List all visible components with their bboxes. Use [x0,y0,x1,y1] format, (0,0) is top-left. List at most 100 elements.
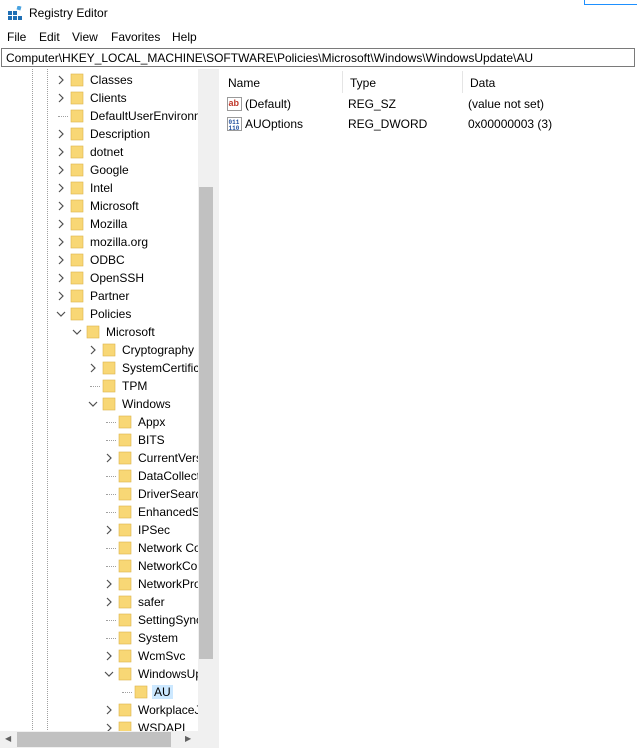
chevron-right-icon[interactable] [56,179,66,197]
tree-item[interactable]: DriverSearc [0,485,201,503]
chevron-right-icon[interactable] [56,143,66,161]
tree-connector-line [106,512,116,513]
tree-vertical-scrollbar[interactable] [198,69,214,732]
menu-favorites[interactable]: Favorites [111,30,160,44]
tree-item-label: Microsoft [90,199,139,213]
chevron-right-icon[interactable] [56,89,66,107]
tree-item[interactable]: WcmSvc [0,647,198,665]
tree-item[interactable]: WorkplaceJ [0,701,200,719]
tree-item[interactable]: Cryptography [0,341,198,359]
chevron-down-icon[interactable] [72,323,82,341]
chevron-right-icon[interactable] [56,125,66,143]
window-control-edge[interactable] [584,0,637,5]
tree-item-label: Classes [90,73,133,87]
folder-icon [118,451,132,465]
scroll-right-icon[interactable]: ▶ [185,734,191,743]
tree-item[interactable]: EnhancedS [0,503,200,521]
menu-view[interactable]: View [72,30,98,44]
value-list[interactable]: Name Type Data ab (Default) REG_SZ (valu… [220,69,637,748]
tree-item[interactable]: Intel [0,179,198,197]
value-row[interactable]: ab (Default) REG_SZ (value not set) [220,94,637,114]
value-type: REG_DWORD [348,117,428,131]
tree-item[interactable]: BITS [0,431,198,449]
chevron-right-icon[interactable] [56,161,66,179]
tree-item[interactable]: Classes [0,71,198,89]
tree-item[interactable]: ODBC [0,251,198,269]
tree-item[interactable]: mozilla.org [0,233,198,251]
tree-item[interactable]: Partner [0,287,198,305]
title-bar[interactable]: Registry Editor [0,0,637,26]
folder-icon [70,307,84,321]
folder-icon [118,559,132,573]
tree-item[interactable]: DefaultUserEnvironn [0,107,201,125]
chevron-right-icon[interactable] [104,449,114,467]
pane-splitter[interactable] [214,69,219,748]
tree-item[interactable]: System [0,629,198,647]
scroll-left-icon[interactable]: ◀ [5,734,11,743]
tree-item[interactable]: dotnet [0,143,198,161]
key-tree[interactable]: Classes Clients DefaultUserEnvironn Descrip… [0,69,214,748]
tree-item[interactable]: Microsoft [0,197,198,215]
value-type: REG_SZ [348,97,397,111]
chevron-down-icon[interactable] [88,395,98,413]
tree-item[interactable]: WindowsUp [0,665,202,683]
tree-item[interactable]: IPSec [0,521,198,539]
folder-icon [118,595,132,609]
column-header-data[interactable]: Data [462,69,637,93]
tree-item[interactable]: Windows [0,395,198,413]
tree-item[interactable]: Clients [0,89,198,107]
chevron-right-icon[interactable] [56,269,66,287]
chevron-right-icon[interactable] [56,233,66,251]
tree-item[interactable]: safer [0,593,198,611]
folder-icon [118,523,132,537]
tree-item[interactable]: Mozilla [0,215,198,233]
tree-item-label: AU [152,685,173,699]
column-header-type[interactable]: Type [342,69,463,93]
tree-item[interactable]: Google [0,161,198,179]
menu-edit[interactable]: Edit [39,30,60,44]
tree-item[interactable]: Policies [0,305,198,323]
tree-vertical-scroll-thumb[interactable] [199,187,213,659]
tree-item[interactable]: OpenSSH [0,269,198,287]
tree-item[interactable]: AU [0,683,198,701]
tree-item[interactable]: CurrentVers [0,449,202,467]
tree-item[interactable]: TPM [0,377,198,395]
tree-connector-line [122,692,132,693]
column-header-name[interactable]: Name [220,69,343,93]
chevron-right-icon[interactable] [104,701,114,719]
tree-item[interactable]: DataCollect [0,467,200,485]
tree-item-label: Description [90,127,151,141]
chevron-right-icon[interactable] [56,251,66,269]
tree-item[interactable]: Description [0,125,198,143]
chevron-right-icon[interactable] [104,593,114,611]
chevron-right-icon[interactable] [88,359,98,377]
tree-horizontal-scroll-thumb[interactable] [17,732,171,747]
chevron-right-icon[interactable] [56,287,66,305]
chevron-right-icon[interactable] [104,647,114,665]
address-bar[interactable]: Computer\HKEY_LOCAL_MACHINE\SOFTWARE\Pol… [1,48,635,67]
tree-item-label: BITS [138,433,165,447]
address-path[interactable]: Computer\HKEY_LOCAL_MACHINE\SOFTWARE\Pol… [6,51,533,65]
chevron-down-icon[interactable] [56,305,66,323]
chevron-right-icon[interactable] [56,215,66,233]
tree-item-label: Network Co [138,541,201,555]
chevron-right-icon[interactable] [104,575,114,593]
tree-item[interactable]: NetworkCo [0,557,198,575]
tree-horizontal-scrollbar[interactable]: ◀ ▶ [0,731,198,748]
menu-help[interactable]: Help [172,30,197,44]
tree-item[interactable]: Appx [0,413,198,431]
tree-item[interactable]: Microsoft [0,323,198,341]
chevron-right-icon[interactable] [56,71,66,89]
chevron-right-icon[interactable] [88,341,98,359]
chevron-down-icon[interactable] [104,665,114,683]
tree-item[interactable]: SettingSync [0,611,202,629]
value-row[interactable]: 011 110 AUOptions REG_DWORD 0x00000003 (… [220,114,637,134]
tree-item[interactable]: Network Co [0,539,201,557]
chevron-right-icon[interactable] [104,521,114,539]
chevron-right-icon[interactable] [56,197,66,215]
tree-item[interactable]: SystemCertific [0,359,199,377]
folder-icon [118,415,132,429]
tree-item[interactable]: NetworkPro [0,575,201,593]
menu-file[interactable]: File [7,30,26,44]
tree-item-label: Windows [122,397,171,411]
